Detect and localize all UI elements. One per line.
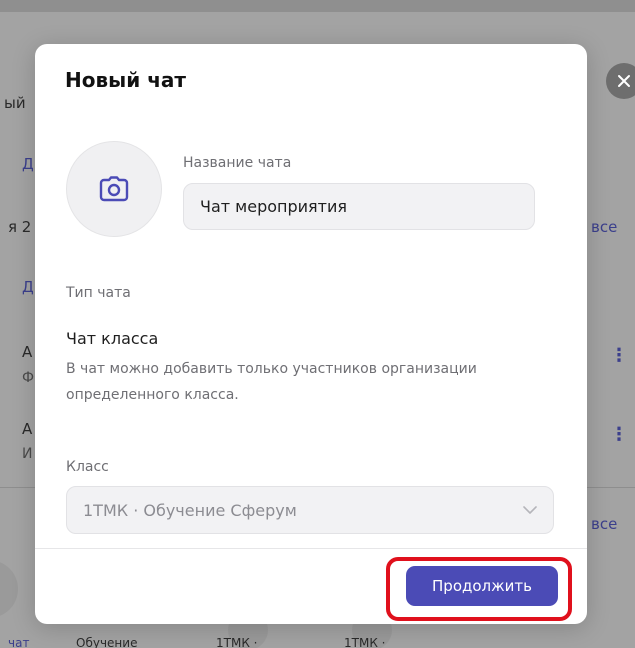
bg-see-all-link: все [591,515,618,533]
camera-icon [99,176,129,202]
bg-link-fragment: Д [22,155,34,173]
chat-name-label: Название чата [183,155,292,171]
chat-type-description: В чат можно добавить только участников о… [66,361,477,403]
bg-more-icon: ⋮ [610,345,628,366]
bg-see-all-link: все [591,218,618,236]
continue-button[interactable]: Продолжить [406,566,558,606]
bg-text-fragment: я 2 [8,218,32,236]
bg-link-fragment: Д [22,278,34,296]
close-icon [618,75,630,87]
bg-bottom-label: 1ТМК · [216,636,258,648]
bg-text-fragment: А [22,420,33,438]
bg-text-fragment: ый [4,94,26,112]
bg-bottom-label: чат [8,636,30,648]
bg-bottom-label: 1ТМК · [344,636,386,648]
background-top-strip [0,0,635,12]
footer-divider [35,548,587,549]
bg-text-fragment: Ф [22,370,35,386]
bg-more-icon: ⋮ [610,424,628,445]
chat-type-label: Тип чата [66,285,131,301]
bg-bottom-label: Обучение [76,636,138,648]
bg-text-fragment: А [22,343,33,361]
class-select[interactable]: 1ТМК · Обучение Сферум [66,486,554,534]
close-button[interactable] [606,63,635,99]
chevron-down-icon [523,506,537,514]
upload-photo-button[interactable] [66,141,162,237]
modal-title: Новый чат [65,68,187,92]
chat-type-title: Чат класса [66,329,159,348]
new-chat-modal: Новый чат Название чата Тип чата Чат кла… [35,44,587,624]
class-label: Класс [66,459,109,475]
chat-name-input[interactable] [183,183,535,230]
bg-avatar [0,560,18,618]
class-select-value: 1ТМК · Обучение Сферум [83,500,297,520]
bg-text-fragment: И [22,446,33,462]
